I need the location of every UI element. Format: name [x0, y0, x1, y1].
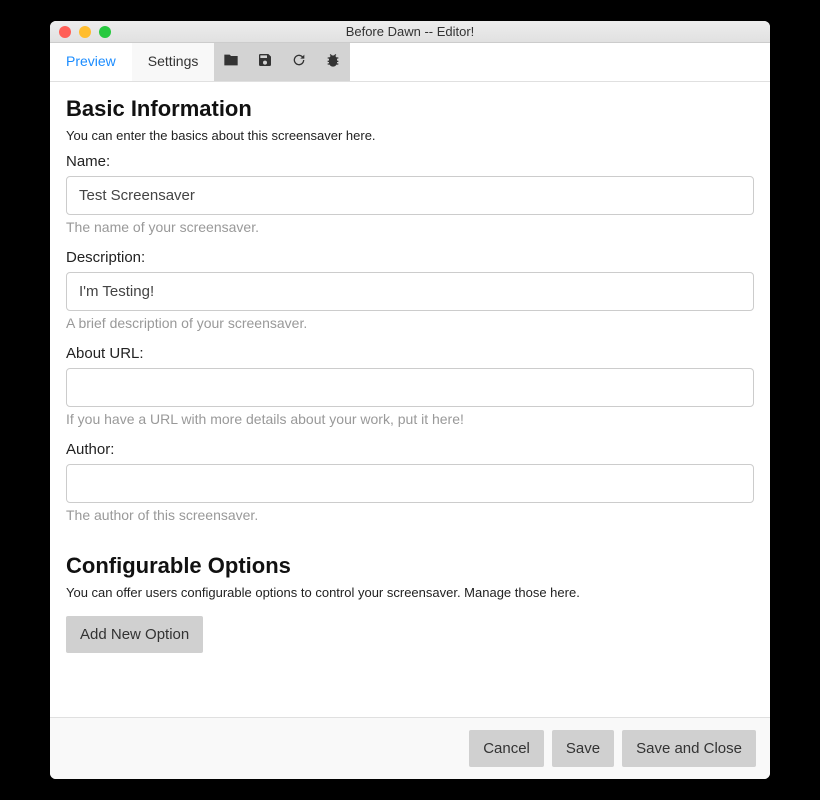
main-content: Basic Information You can enter the basi…	[50, 82, 770, 717]
window-close-button[interactable]	[59, 26, 71, 38]
window-title: Before Dawn -- Editor!	[50, 24, 770, 39]
name-label: Name:	[66, 153, 754, 170]
description-hint: A brief description of your screensaver.	[66, 315, 754, 331]
options-heading: Configurable Options	[66, 553, 754, 579]
description-input[interactable]	[66, 272, 754, 311]
save-button[interactable]	[248, 44, 282, 80]
tab-bar: Preview Settings	[50, 43, 770, 82]
name-input[interactable]	[66, 176, 754, 215]
author-input[interactable]	[66, 464, 754, 503]
toolbar	[214, 43, 350, 81]
editor-window: Before Dawn -- Editor! Preview Settings	[50, 21, 770, 779]
tab-settings[interactable]: Settings	[132, 43, 215, 81]
titlebar: Before Dawn -- Editor!	[50, 21, 770, 43]
name-hint: The name of your screensaver.	[66, 219, 754, 235]
save-close-button[interactable]: Save and Close	[622, 730, 756, 767]
about-url-label: About URL:	[66, 345, 754, 362]
basic-info-heading: Basic Information	[66, 96, 754, 122]
save-icon	[257, 52, 273, 73]
author-label: Author:	[66, 441, 754, 458]
bug-icon	[325, 52, 341, 73]
cancel-button[interactable]: Cancel	[469, 730, 544, 767]
add-option-button[interactable]: Add New Option	[66, 616, 203, 653]
options-desc: You can offer users configurable options…	[66, 585, 754, 600]
basic-info-desc: You can enter the basics about this scre…	[66, 128, 754, 143]
footer-bar: Cancel Save Save and Close	[50, 717, 770, 779]
about-url-input[interactable]	[66, 368, 754, 407]
about-url-hint: If you have a URL with more details abou…	[66, 411, 754, 427]
traffic-lights	[50, 26, 111, 38]
window-minimize-button[interactable]	[79, 26, 91, 38]
window-maximize-button[interactable]	[99, 26, 111, 38]
refresh-button[interactable]	[282, 44, 316, 80]
footer-save-button[interactable]: Save	[552, 730, 614, 767]
refresh-icon	[291, 52, 307, 73]
open-folder-button[interactable]	[214, 44, 248, 80]
tab-preview[interactable]: Preview	[50, 43, 132, 81]
description-label: Description:	[66, 249, 754, 266]
debug-button[interactable]	[316, 44, 350, 80]
folder-icon	[223, 52, 239, 73]
author-hint: The author of this screensaver.	[66, 507, 754, 523]
